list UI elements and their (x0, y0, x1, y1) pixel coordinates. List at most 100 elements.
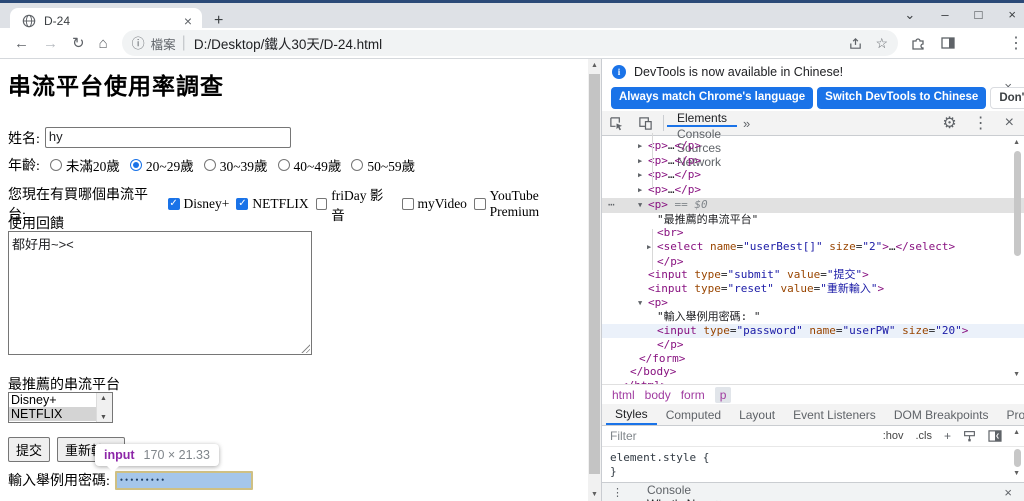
new-style-rule-icon[interactable]: + (944, 429, 951, 443)
bookmark-star-icon[interactable]: ☆ (875, 35, 888, 52)
element-style-rule[interactable]: element.style { } (602, 447, 1024, 482)
scrollbar-thumb[interactable] (589, 74, 600, 474)
scroll-down-icon[interactable]: ▼ (1013, 470, 1020, 477)
minimize-button[interactable]: – (941, 7, 948, 23)
profile-avatar[interactable] (970, 31, 994, 55)
age-option[interactable]: 50~59歲 (351, 155, 415, 175)
style-rule-open[interactable]: element.style { (610, 451, 1024, 465)
scroll-up-icon[interactable]: ▲ (591, 62, 598, 69)
address-bar[interactable]: ⓘ 檔案 | D:/Desktop/鐵人30天/D-24.html ☆ (121, 30, 898, 56)
tab-search-icon[interactable]: ⌄ (904, 7, 915, 23)
dom-tree-row[interactable]: </p> (602, 338, 1024, 352)
submit-button[interactable]: 提交 (8, 437, 51, 462)
drawer-close-icon[interactable]: × (1004, 483, 1024, 501)
browser-menu-icon[interactable]: ⋮ (1008, 33, 1024, 53)
share-icon[interactable] (848, 36, 863, 51)
dom-tree-row[interactable]: </body> (602, 365, 1024, 379)
page-scrollbar[interactable]: ▲ ▼ (588, 59, 601, 501)
dom-tree-row[interactable]: ▶ <p>…</p> (602, 139, 1024, 154)
devtools-close-icon[interactable]: × (1005, 114, 1014, 132)
dom-tree-row[interactable]: ⋯ ▼ <p> == $0 (602, 197, 1024, 213)
breadcrumb-item[interactable]: p (714, 386, 732, 403)
age-option[interactable]: 未滿20歲 (49, 155, 120, 175)
scroll-up-icon[interactable]: ▲ (100, 394, 107, 402)
dom-tree-row[interactable]: ▶ <p>…</p> (602, 183, 1024, 198)
breadcrumb-item[interactable]: form (681, 388, 705, 402)
drawer-tab[interactable]: Console (637, 483, 732, 497)
dom-tree-row[interactable]: <input type="password" name="userPW" siz… (602, 324, 1024, 338)
more-tabs-icon[interactable]: » (737, 111, 756, 135)
tab-close-icon[interactable]: × (182, 13, 194, 29)
dom-tree-row[interactable]: </form> (602, 352, 1024, 366)
scroll-down-icon[interactable]: ▼ (100, 413, 107, 421)
page-info-icon[interactable]: ⓘ (132, 37, 145, 50)
age-option[interactable]: 30~39歲 (203, 155, 268, 175)
age-option[interactable]: 40~49歲 (277, 155, 341, 175)
styles-tab[interactable]: Styles (606, 404, 657, 425)
age-option[interactable]: 20~29歲 (129, 155, 194, 175)
home-button[interactable]: ⌂ (99, 35, 108, 52)
filter-input[interactable]: Filter (610, 429, 883, 443)
radio-icon[interactable] (203, 159, 216, 171)
toggle-hover-state-button[interactable]: :hov (883, 430, 904, 442)
dont-show-again-button[interactable]: Don't show again (990, 87, 1024, 109)
name-input[interactable]: hy (44, 127, 291, 148)
scroll-up-icon[interactable]: ▲ (1013, 429, 1020, 436)
dom-tree-row[interactable]: <br> (602, 226, 1024, 240)
expand-arrow-icon[interactable]: ▶ (638, 184, 648, 198)
checkbox-icon[interactable] (401, 198, 414, 210)
platform-option[interactable]: myVideo (401, 196, 467, 212)
styles-tab[interactable]: Computed (657, 404, 730, 425)
side-panel-icon[interactable] (940, 35, 956, 51)
dom-tree-row[interactable]: <input type="submit" value="提交"> (602, 268, 1024, 282)
dom-tree-row[interactable]: </p> (602, 255, 1024, 269)
breadcrumb-item[interactable]: body (645, 388, 671, 402)
styles-tab[interactable]: Event Listeners (784, 404, 885, 425)
devtools-tab-elements[interactable]: Elements (667, 111, 738, 127)
breadcrumb-item[interactable]: html (612, 388, 635, 402)
platform-option[interactable]: friDay 影音 (315, 184, 395, 224)
more-actions-icon[interactable]: ⋯ (608, 198, 615, 212)
listbox-scrollbar[interactable]: ▲ ▼ (96, 393, 112, 422)
scroll-down-icon[interactable]: ▼ (1013, 371, 1020, 378)
textarea-resize-handle[interactable] (300, 343, 310, 353)
radio-icon[interactable] (277, 159, 290, 171)
expand-arrow-icon[interactable]: ▶ (638, 140, 648, 154)
scrollbar-thumb[interactable] (1014, 151, 1021, 256)
url-text[interactable]: D:/Desktop/鐵人30天/D-24.html (194, 33, 837, 53)
settings-gear-icon[interactable]: ⚙ (942, 113, 956, 133)
radio-icon[interactable] (351, 159, 364, 171)
styles-tab[interactable]: Properties (998, 404, 1024, 425)
scroll-down-icon[interactable]: ▼ (591, 491, 598, 498)
drawer-menu-icon[interactable]: ⋮ (612, 483, 623, 501)
expand-arrow-icon[interactable]: ▼ (638, 199, 648, 213)
expand-arrow-icon[interactable]: ▼ (638, 297, 648, 311)
radio-icon[interactable] (129, 159, 142, 171)
expand-arrow-icon[interactable]: ▶ (638, 155, 648, 169)
password-input[interactable]: ••••••••• (114, 470, 253, 490)
dom-tree-row[interactable]: ▶ <p>…</p> (602, 168, 1024, 183)
platform-option[interactable]: ✓ NETFLIX (236, 196, 309, 212)
switch-to-chinese-button[interactable]: Switch DevTools to Chinese (817, 87, 987, 109)
inspect-element-icon[interactable] (602, 111, 631, 135)
drawer-tab[interactable]: What's New× (637, 497, 732, 501)
toggle-classes-button[interactable]: .cls (915, 430, 932, 442)
match-language-button[interactable]: Always match Chrome's language (611, 87, 814, 109)
platform-option[interactable]: YouTube Premium (473, 188, 588, 220)
feedback-textarea[interactable]: 都好用~>< (8, 231, 312, 355)
reload-button[interactable]: ↻ (72, 34, 85, 52)
dom-tree-row[interactable]: ▼ <p> (602, 296, 1024, 311)
dom-tree-row[interactable]: "最推薦的串流平台" (602, 213, 1024, 227)
device-toolbar-icon[interactable] (631, 111, 660, 135)
window-close-button[interactable]: × (1008, 7, 1016, 23)
back-button[interactable]: ← (14, 35, 29, 52)
dom-tree-row[interactable]: "輸入舉例用密碼: " (602, 310, 1024, 324)
checkbox-icon[interactable]: ✓ (236, 198, 249, 210)
scroll-up-icon[interactable]: ▲ (1013, 139, 1020, 146)
checkbox-icon[interactable]: ✓ (167, 198, 180, 210)
rendering-emulation-icon[interactable] (963, 430, 976, 443)
computed-sidebar-toggle-icon[interactable] (988, 430, 1002, 442)
maximize-button[interactable]: □ (975, 7, 983, 23)
platform-option[interactable]: ✓ Disney+ (167, 196, 229, 212)
dom-tree-row[interactable]: <input type="reset" value="重新輸入"> (602, 282, 1024, 296)
